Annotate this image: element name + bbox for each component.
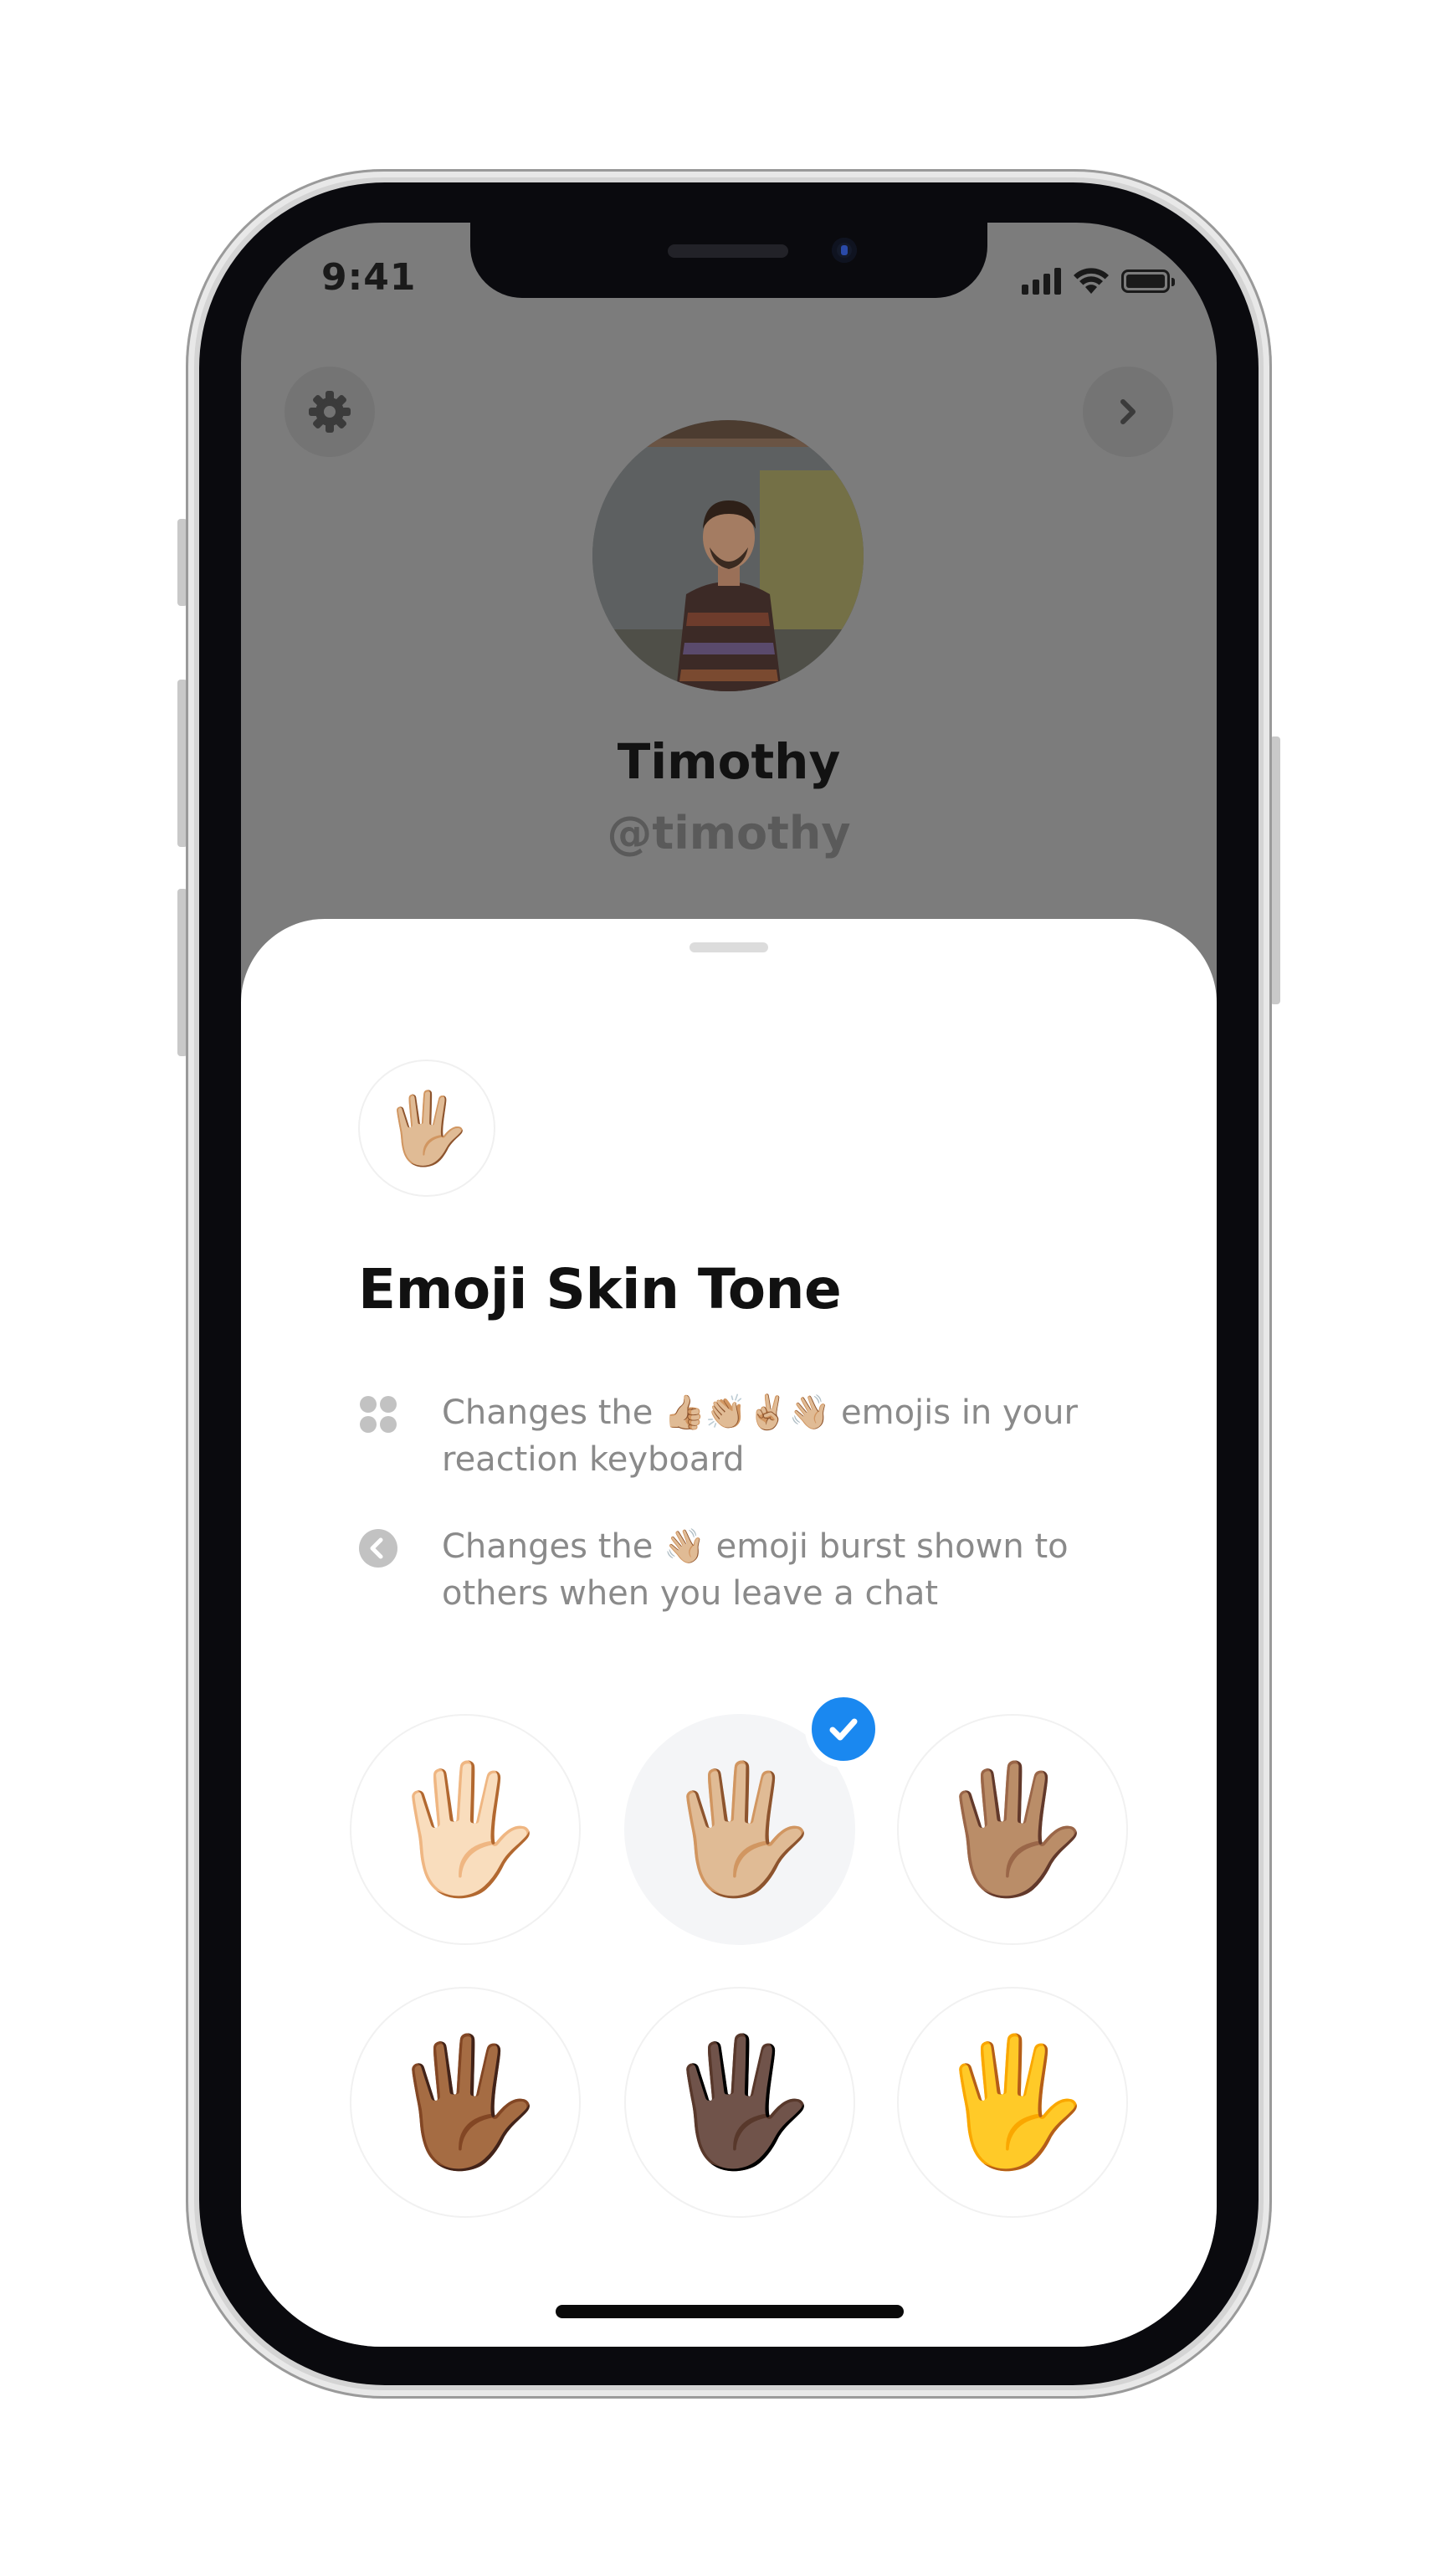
battery-icon — [1121, 269, 1175, 293]
notch — [470, 223, 987, 298]
next-button[interactable] — [1083, 367, 1173, 457]
tone-option-medium-dark[interactable]: 🖐🏾 — [350, 1987, 581, 2218]
chevron-right-icon — [1120, 399, 1136, 424]
checkmark-icon — [829, 1718, 858, 1741]
back-arrow-circle-icon — [359, 1529, 397, 1568]
profile-name: Timothy — [617, 733, 841, 790]
info-text-reactions: Changes the 👍🏼👏🏼✌🏼👋🏼 emojis in your reac… — [442, 1393, 1078, 1479]
info-row-burst: Changes the 👋🏼 emoji burst shown to othe… — [358, 1523, 1078, 1624]
status-time: 9:41 — [321, 256, 417, 299]
tone-emoji: 🖐🏻 — [387, 1757, 544, 1902]
settings-button[interactable] — [285, 367, 375, 457]
stage: 9:41 Timothy @timothy 🖐🏼 Emoji Skin Tone… — [0, 0, 1456, 2571]
gear-icon — [309, 391, 351, 433]
tone-option-medium[interactable]: 🖐🏽 — [897, 1714, 1128, 1945]
tone-emoji: 🖐🏾 — [387, 2030, 544, 2175]
grid-dots-icon — [360, 1396, 397, 1433]
header-emoji: 🖐🏼 — [382, 1087, 471, 1169]
status-icons — [1022, 261, 1175, 295]
tone-emoji: 🖐🏿 — [661, 2030, 818, 2175]
tone-option-dark[interactable]: 🖐🏿 — [624, 1987, 855, 2218]
front-camera — [832, 238, 857, 263]
speaker — [668, 244, 788, 258]
info-text-burst: Changes the 👋🏼 emoji burst shown to othe… — [442, 1527, 1069, 1613]
profile-handle: @timothy — [607, 807, 851, 860]
avatar-photo — [592, 420, 864, 691]
sheet-title: Emoji Skin Tone — [358, 1257, 842, 1321]
cellular-signal-icon — [1022, 268, 1061, 295]
tone-emoji: 🖐🏽 — [934, 1757, 1091, 1902]
home-indicator[interactable] — [556, 2305, 904, 2318]
sheet-grabber[interactable] — [690, 942, 768, 952]
tone-emoji: 🖐🏼 — [661, 1757, 818, 1902]
selected-check-badge — [805, 1691, 882, 1768]
skin-tone-sheet: 🖐🏼 Emoji Skin Tone Changes the 👍🏼👏🏼✌🏼👋🏼 … — [241, 919, 1217, 2347]
tone-emoji: 🖐 — [934, 2030, 1091, 2175]
phone-screen: 9:41 Timothy @timothy 🖐🏼 Emoji Skin Tone… — [241, 223, 1217, 2347]
tone-option-default[interactable]: 🖐 — [897, 1987, 1128, 2218]
profile-avatar — [592, 420, 864, 691]
info-row-reactions: Changes the 👍🏼👏🏼✌🏼👋🏼 emojis in your reac… — [358, 1389, 1078, 1490]
tone-option-light[interactable]: 🖐🏻 — [350, 1714, 581, 1945]
skin-tone-grid: 🖐🏻 🖐🏼 🖐🏽 🖐🏾 🖐🏿 🖐 — [341, 1691, 1128, 2221]
wifi-icon — [1074, 268, 1109, 294]
header-emoji-badge: 🖐🏼 — [358, 1060, 495, 1197]
